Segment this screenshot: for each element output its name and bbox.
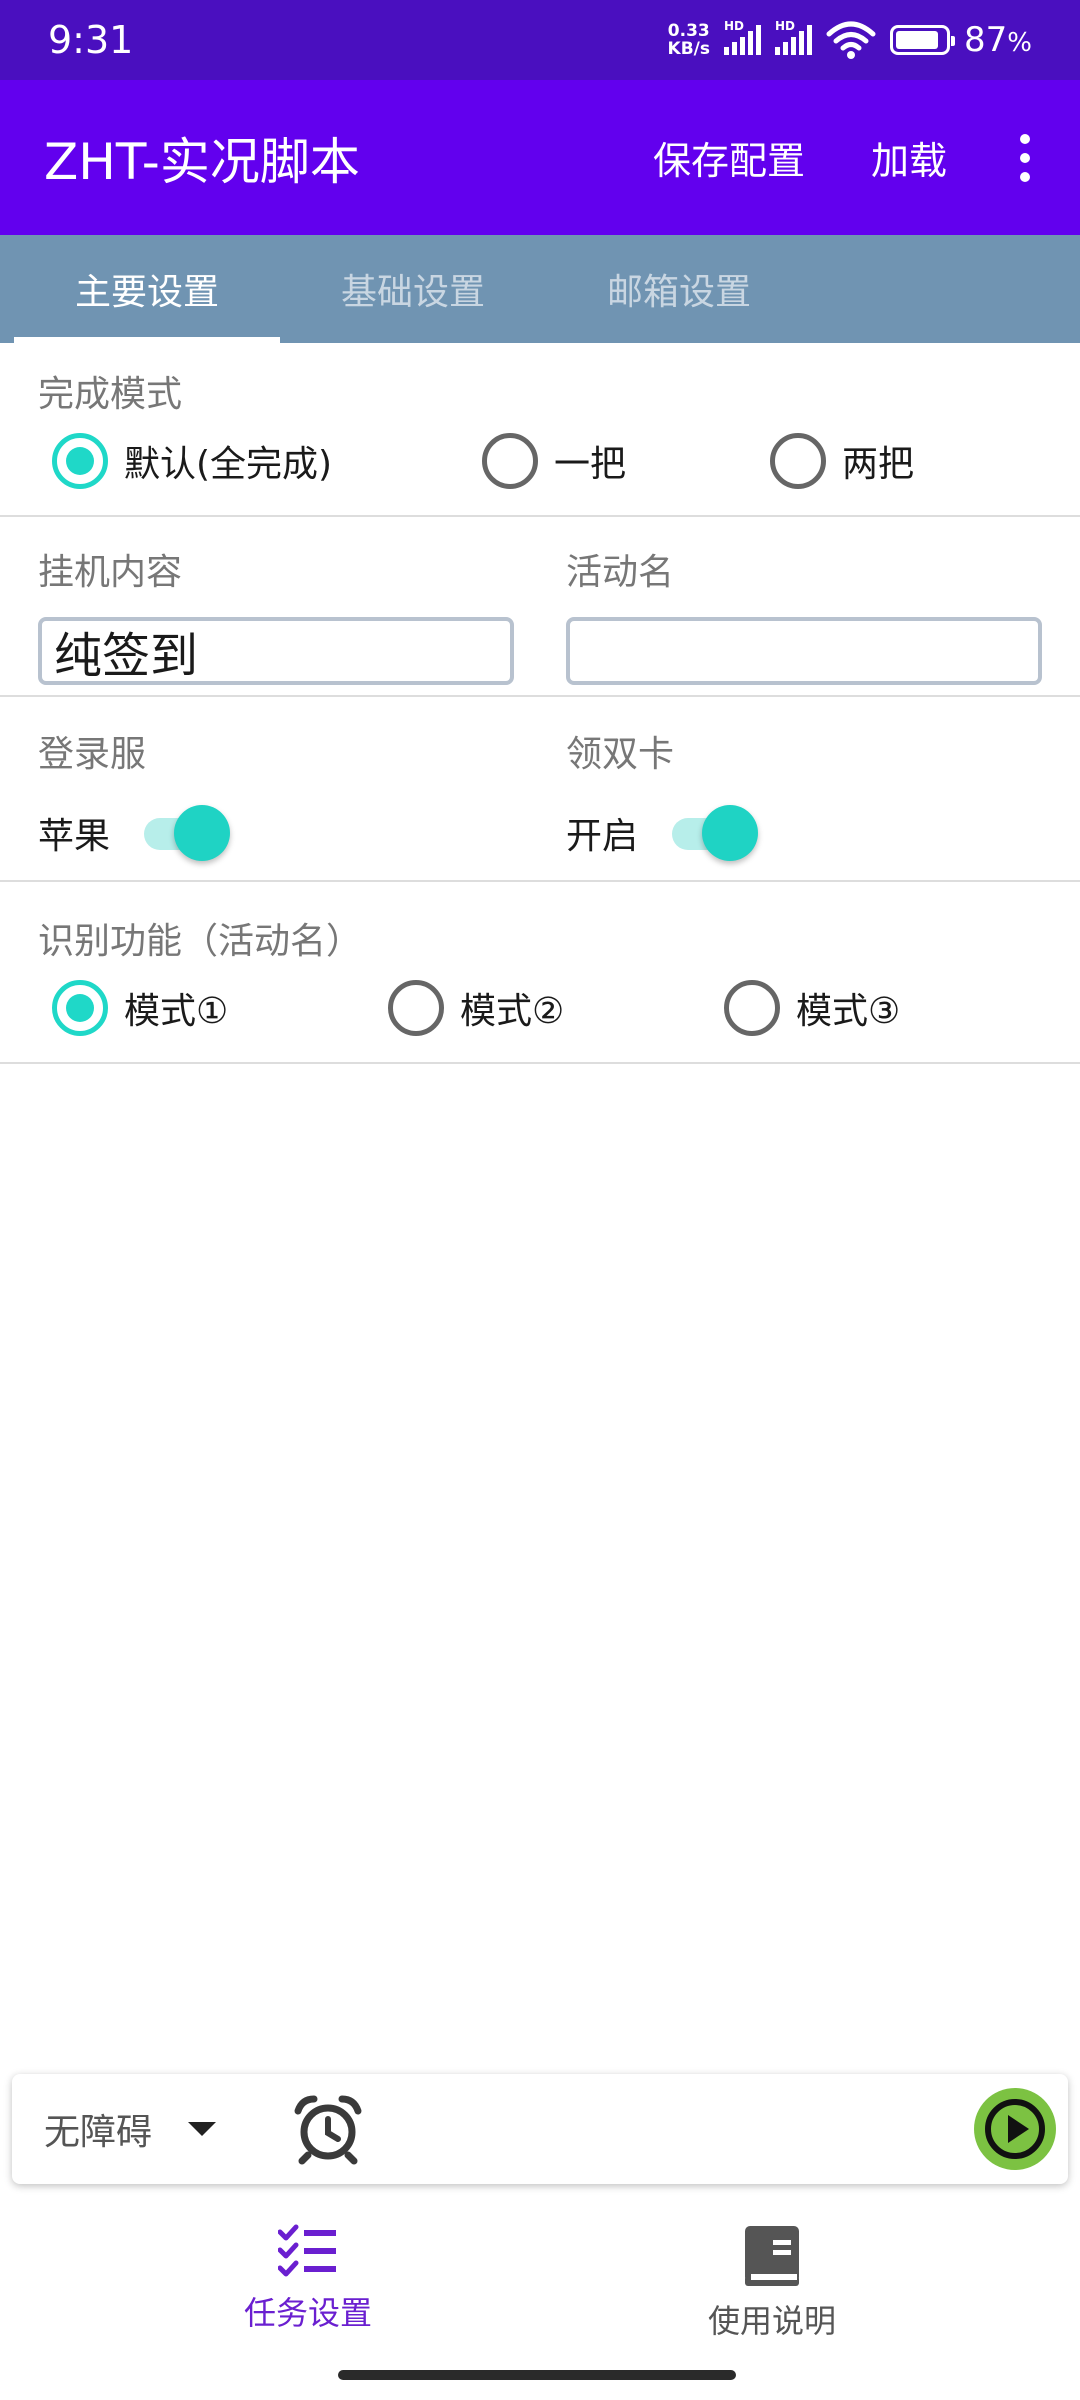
tab-main-settings[interactable]: 主要设置 — [14, 235, 280, 343]
load-button[interactable]: 加载 — [838, 130, 980, 185]
radio-label: 默认(全完成) — [124, 444, 333, 485]
radio-circle — [770, 433, 826, 489]
battery-percent: 87% — [964, 20, 1032, 60]
tab-email-settings[interactable]: 邮箱设置 — [546, 235, 812, 343]
radio-mode-1[interactable]: 模式① — [52, 980, 228, 1036]
nav-label: 任务设置 — [243, 2294, 372, 2332]
play-icon — [985, 2099, 1045, 2159]
radio-circle — [52, 433, 108, 489]
radio-circle — [724, 980, 780, 1036]
recognition-section: 识别功能（活动名） 模式① 模式② 模式③ — [0, 882, 1080, 1064]
nav-label: 使用说明 — [707, 2302, 836, 2340]
content-section: 挂机内容 活动名 纯签到 — [0, 517, 1080, 697]
dropdown-value: 无障碍 — [44, 2112, 153, 2153]
play-button[interactable] — [974, 2088, 1056, 2170]
double-card-row: 开启 — [566, 805, 759, 861]
radio-label: 两把 — [842, 444, 915, 485]
status-indicators: 0.33 KB/s HD HD 87% — [667, 19, 1032, 60]
signal-icon: HD — [724, 19, 762, 55]
battery-icon — [890, 25, 956, 55]
login-server-label: 登录服 — [38, 734, 147, 775]
recognition-label: 识别功能（活动名） — [38, 921, 363, 962]
hang-content-label: 挂机内容 — [38, 552, 183, 593]
hang-content-input[interactable]: 纯签到 — [38, 617, 514, 685]
switch-section: 登录服 领双卡 苹果 开启 — [0, 697, 1080, 882]
radio-one-round[interactable]: 一把 — [482, 433, 626, 489]
save-config-button[interactable]: 保存配置 — [620, 130, 838, 185]
mode-dropdown[interactable]: 无障碍 — [44, 2074, 217, 2184]
login-server-switch-label: 苹果 — [38, 816, 111, 857]
app-bar: ZHT-实况脚本 保存配置 加载 — [0, 80, 1080, 235]
double-card-switch-label: 开启 — [566, 816, 639, 857]
login-server-switch[interactable] — [144, 805, 231, 861]
nav-usage-guide[interactable]: 使用说明 — [652, 2224, 892, 2342]
radio-circle — [52, 980, 108, 1036]
radio-label: 模式① — [124, 991, 229, 1032]
more-vert-icon[interactable] — [980, 113, 1070, 203]
radio-circle — [482, 433, 538, 489]
tab-basic-settings[interactable]: 基础设置 — [280, 235, 546, 343]
alarm-clock-icon[interactable] — [292, 2093, 364, 2165]
network-speed: 0.33 KB/s — [667, 21, 711, 59]
activity-name-input[interactable] — [566, 617, 1042, 685]
app-actions: 保存配置 加载 — [620, 113, 1080, 203]
checklist-icon — [278, 2224, 336, 2277]
signal-icon-2: HD — [775, 19, 813, 55]
control-toolbar: 无障碍 — [12, 2074, 1068, 2184]
radio-label: 模式③ — [796, 991, 901, 1032]
radio-label: 一把 — [554, 444, 627, 485]
book-icon — [745, 2226, 799, 2286]
caret-down-icon — [188, 2122, 217, 2136]
nav-task-settings[interactable]: 任务设置 — [188, 2224, 428, 2334]
status-bar: 9:31 0.33 KB/s HD HD 87% — [0, 0, 1080, 80]
home-indicator[interactable] — [338, 2370, 736, 2380]
radio-mode-3[interactable]: 模式③ — [724, 980, 900, 1036]
status-time: 9:31 — [48, 18, 134, 62]
radio-two-rounds[interactable]: 两把 — [770, 433, 914, 489]
wifi-icon — [826, 21, 876, 59]
double-card-label: 领双卡 — [566, 734, 675, 775]
radio-default-complete[interactable]: 默认(全完成) — [52, 433, 332, 489]
completion-mode-section: 完成模式 默认(全完成) 一把 两把 — [0, 343, 1080, 517]
login-server-row: 苹果 — [38, 805, 231, 861]
double-card-switch[interactable] — [672, 805, 759, 861]
radio-label: 模式② — [460, 991, 565, 1032]
app-title: ZHT-实况脚本 — [44, 132, 360, 191]
tab-bar: 主要设置 基础设置 邮箱设置 — [0, 235, 1080, 343]
radio-circle — [388, 980, 444, 1036]
radio-mode-2[interactable]: 模式② — [388, 980, 564, 1036]
activity-name-label: 活动名 — [566, 552, 675, 593]
completion-mode-label: 完成模式 — [38, 374, 183, 415]
